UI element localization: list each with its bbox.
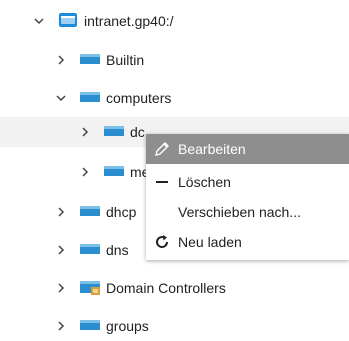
menu-item-move[interactable]: Verschieben nach... [146,197,349,227]
tree-node-label: dc [130,124,145,140]
menu-item-label: Verschieben nach... [178,204,301,220]
chevron-right-icon[interactable] [54,243,68,257]
chevron-right-icon[interactable] [78,165,92,179]
tree-node-builtin[interactable]: Builtin [54,45,144,75]
tree-node-label: groups [106,318,149,334]
menu-item-reload[interactable]: Neu laden [146,227,349,257]
tree-node-root[interactable]: intranet.gp40:/ [32,6,174,36]
context-menu: Bearbeiten Löschen Verschieben nach... N… [146,134,349,260]
chevron-right-icon[interactable] [54,205,68,219]
reload-icon [152,232,172,252]
tree-node-label: dns [106,242,129,258]
server-icon [58,12,78,31]
menu-item-edit[interactable]: Bearbeiten [146,134,349,164]
folder-icon [104,164,124,181]
tree-node-computers[interactable]: computers [54,83,171,113]
tree-node-dhcp[interactable]: dhcp [54,197,136,227]
minus-icon [152,172,172,192]
tree-node-groups[interactable]: groups [54,311,149,341]
menu-item-label: Löschen [178,174,231,190]
tree-node-label: Domain Controllers [106,280,226,296]
menu-item-delete[interactable]: Löschen [146,167,349,197]
chevron-down-icon[interactable] [32,14,46,28]
ou-folder-icon [80,279,100,298]
tree-node-label: intranet.gp40:/ [84,13,174,29]
tree-node-domain-controllers[interactable]: Domain Controllers [54,273,226,303]
tree-node-dns[interactable]: dns [54,235,129,265]
chevron-right-icon[interactable] [54,319,68,333]
folder-icon [104,124,124,141]
chevron-right-icon[interactable] [54,281,68,295]
tree-node-label: computers [106,90,172,106]
chevron-down-icon[interactable] [54,91,68,105]
folder-icon [80,318,100,335]
folder-icon [80,204,100,221]
tree-node-label: dhcp [106,204,137,220]
folder-icon [80,242,100,259]
menu-item-label: Neu laden [178,234,242,250]
pencil-icon [152,139,172,159]
folder-icon [80,90,100,107]
folder-icon [80,52,100,69]
tree-node-me[interactable]: me [78,157,149,187]
chevron-right-icon[interactable] [78,125,92,139]
tree-node-label: Builtin [106,52,145,68]
menu-item-label: Bearbeiten [178,141,246,157]
chevron-right-icon[interactable] [54,53,68,67]
